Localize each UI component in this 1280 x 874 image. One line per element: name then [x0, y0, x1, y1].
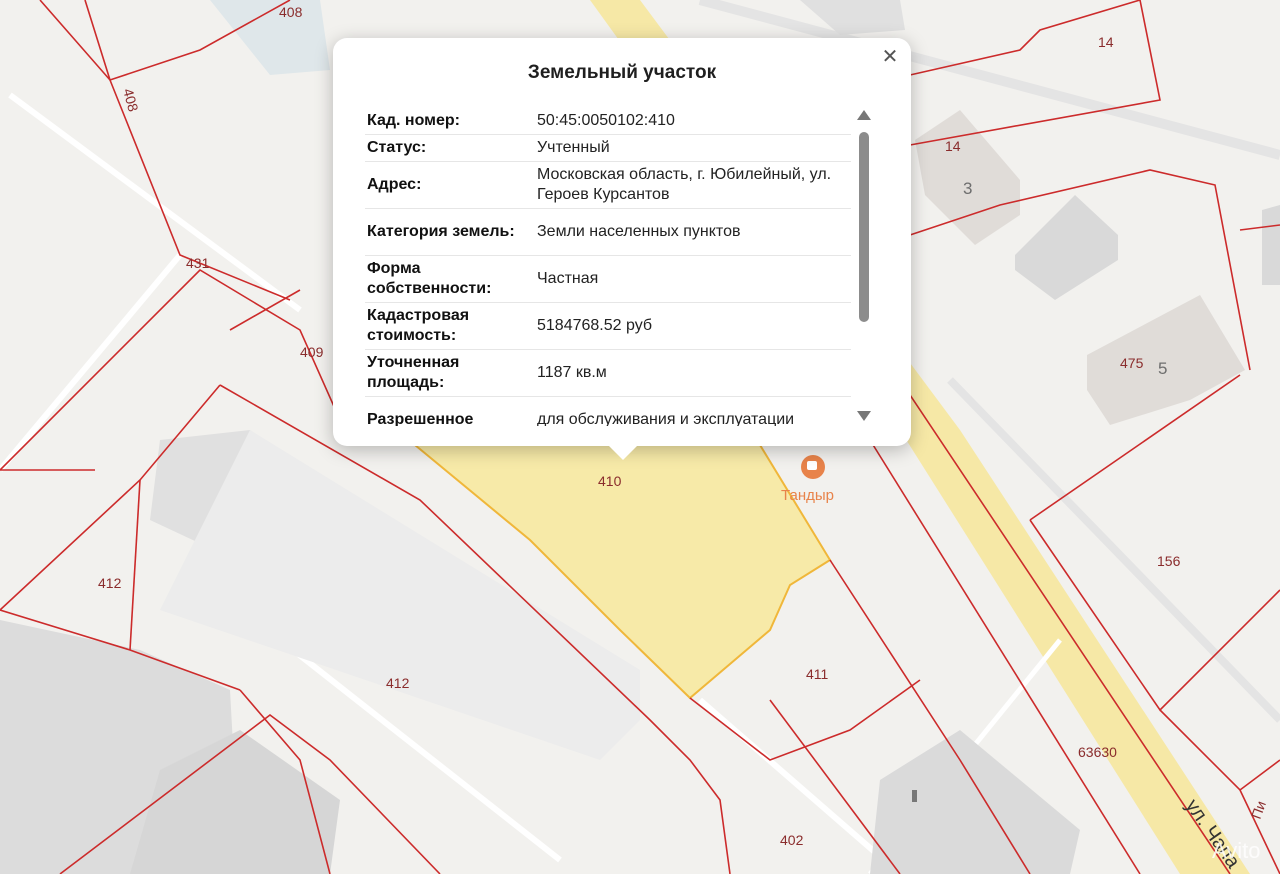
popup-tail: [609, 446, 637, 460]
plot-number: 156: [1157, 553, 1181, 569]
row-ownership: Форма собственности: Частная: [365, 256, 851, 303]
row-area: Уточненная площадь: 1187 кв.м: [365, 350, 851, 397]
popup-table: Кад. номер: 50:45:0050102:410 Статус: Уч…: [365, 108, 851, 426]
row-label: Разрешенное: [367, 410, 474, 427]
plot-number: 409: [300, 344, 324, 360]
plot-number: 412: [98, 575, 122, 591]
row-value: Московская область, г. Юбилейный, ул. Ге…: [537, 165, 832, 203]
row-cadastral-number: Кад. номер: 50:45:0050102:410: [365, 108, 851, 135]
row-value: 1187 кв.м: [537, 363, 607, 381]
row-label: Кадастровая стоимость:: [367, 306, 470, 344]
plot-number: 14: [1098, 34, 1114, 50]
plot-number: 412: [386, 675, 410, 691]
row-land-category: Категория земель: Земли населенных пункт…: [365, 209, 851, 256]
plot-number: 14: [945, 138, 961, 154]
plot-number: 410: [598, 473, 622, 489]
row-status: Статус: Учтенный: [365, 135, 851, 162]
row-permitted-use: Разрешенное для обслуживания и эксплуата…: [365, 397, 851, 427]
row-cadastral-value: Кадастровая стоимость: 5184768.52 руб: [365, 303, 851, 350]
row-label: Адрес:: [367, 175, 422, 193]
poi-label: Тандыр: [781, 487, 834, 504]
row-label: Уточненная площадь:: [367, 353, 460, 391]
scroll-down-arrow-icon[interactable]: [857, 411, 871, 421]
row-address: Адрес: Московская область, г. Юбилейный,…: [365, 162, 851, 209]
row-value: Учтенный: [537, 138, 610, 156]
plot-number: 411: [806, 666, 829, 682]
popup-title: Земельный участок: [527, 62, 717, 83]
plot-info-popup: ✕ Земельный участок Кад. номер: 50:45:00…: [333, 38, 911, 460]
row-value: 5184768.52 руб: [537, 316, 653, 334]
row-value: Земли населенных пунктов: [537, 222, 741, 240]
row-label: Кад. номер:: [367, 111, 460, 129]
building-number: 5: [1158, 359, 1167, 378]
plot-number: 431: [186, 255, 210, 271]
plot-number: 475: [1120, 355, 1144, 371]
marker-icon: [912, 790, 917, 802]
building: [1262, 205, 1280, 285]
row-value: Частная: [537, 269, 599, 287]
watermark: Avito: [1212, 838, 1261, 863]
building-number: 3: [963, 179, 972, 198]
scrollbar-thumb[interactable]: [859, 132, 869, 322]
plot-number: 63630: [1078, 744, 1117, 760]
row-value: для обслуживания и эксплуатации: [537, 410, 795, 427]
row-label: Форма собственности:: [367, 259, 492, 297]
plot-number: 408: [279, 4, 303, 20]
plot-number: 402: [780, 832, 804, 848]
row-value: 50:45:0050102:410: [537, 111, 675, 129]
row-label: Категория земель:: [367, 222, 515, 240]
scroll-up-arrow-icon[interactable]: [857, 110, 871, 120]
row-label: Статус:: [367, 138, 427, 156]
